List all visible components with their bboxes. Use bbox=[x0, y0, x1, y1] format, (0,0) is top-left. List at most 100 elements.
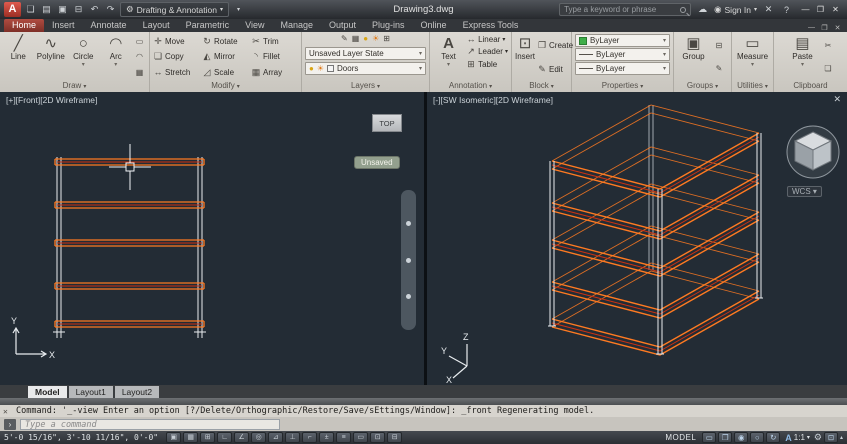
layer-freeze-icon[interactable]: ☀ bbox=[372, 34, 379, 45]
command-window[interactable]: ✕ Command: '_-view Enter an option [?/De… bbox=[0, 398, 847, 431]
copy-clip-icon[interactable]: ❏ bbox=[824, 64, 831, 73]
hatch-icon[interactable]: ▦ bbox=[136, 68, 144, 77]
navigation-bar[interactable] bbox=[401, 190, 416, 330]
unsaved-view-badge[interactable]: Unsaved bbox=[354, 156, 400, 169]
layer-properties-icon[interactable]: ✎ bbox=[341, 34, 348, 45]
mirror-button[interactable]: ◭ Mirror bbox=[202, 51, 249, 62]
coordinates-readout[interactable]: 5'-0 15/16", 3'-10 11/16", 0'-0" bbox=[4, 433, 158, 442]
sign-in-button[interactable]: ◉ Sign In ▾ bbox=[714, 4, 757, 15]
panel-label-layers[interactable]: Layers ▾ bbox=[302, 80, 429, 92]
new-icon[interactable]: ❏ bbox=[24, 4, 37, 15]
linear-dimension-button[interactable]: ↔ Linear ▾ bbox=[466, 34, 508, 44]
circle-button[interactable]: ○ Circle ▾ bbox=[68, 34, 99, 80]
workspace-switcher[interactable]: ⚙ Drafting & Annotation ▾ bbox=[120, 2, 229, 17]
command-close-icon[interactable]: ✕ bbox=[3, 406, 8, 418]
lineweight-dropdown[interactable]: ByLayer ▾ bbox=[575, 48, 670, 61]
qat-dropdown-icon[interactable]: ▾ bbox=[232, 6, 245, 13]
qp-toggle[interactable]: ⊡ bbox=[370, 432, 386, 443]
tpy-toggle[interactable]: ▭ bbox=[353, 432, 369, 443]
restore-button[interactable]: ❐ bbox=[813, 5, 828, 14]
quickview-layouts-button[interactable]: ▭ bbox=[702, 432, 717, 443]
otrack-toggle[interactable]: ⊥ bbox=[285, 432, 301, 443]
undo-icon[interactable]: ↶ bbox=[88, 4, 101, 15]
panel-label-annotation[interactable]: Annotation ▾ bbox=[430, 80, 511, 92]
rectangle-icon[interactable]: ▭ bbox=[136, 37, 144, 46]
layer-isolate-icon[interactable]: ⊞ bbox=[383, 34, 390, 45]
zoom-button[interactable]: ○ bbox=[750, 432, 765, 443]
tab-home[interactable]: Home bbox=[4, 19, 45, 32]
osnap3d-toggle[interactable]: ⊿ bbox=[268, 432, 284, 443]
tab-express-tools[interactable]: Express Tools bbox=[455, 19, 527, 32]
polar-toggle[interactable]: ∠ bbox=[234, 432, 250, 443]
snap-toggle[interactable]: ▦ bbox=[183, 432, 199, 443]
infer-toggle[interactable]: ▣ bbox=[166, 432, 182, 443]
scale-button[interactable]: ◿ Scale bbox=[202, 67, 249, 78]
rotate-button[interactable]: ↻ Rotate bbox=[202, 36, 249, 47]
steering-wheel-button[interactable]: ◉ bbox=[734, 432, 749, 443]
tab-layout[interactable]: Layout bbox=[135, 19, 178, 32]
layer-on-icon[interactable]: ● bbox=[363, 34, 368, 45]
panel-label-groups[interactable]: Groups ▾ bbox=[674, 80, 731, 92]
annotation-visibility-icon[interactable]: A bbox=[785, 433, 792, 443]
stretch-button[interactable]: ↔ Stretch bbox=[153, 67, 200, 78]
command-input-row[interactable]: › Type a command bbox=[0, 417, 847, 431]
plot-icon[interactable]: ⊟ bbox=[72, 4, 85, 15]
group-edit-icon[interactable]: ✎ bbox=[716, 64, 723, 73]
tab-parametric[interactable]: Parametric bbox=[178, 19, 238, 32]
linetype-dropdown[interactable]: ByLayer ▾ bbox=[575, 62, 670, 75]
quickview-drawings-button[interactable]: ❐ bbox=[718, 432, 733, 443]
application-menu-button[interactable]: A bbox=[4, 2, 21, 17]
workspace-gear-icon[interactable]: ⚙ bbox=[814, 432, 822, 443]
panel-label-properties[interactable]: Properties ▾ bbox=[572, 80, 673, 92]
panel-label-modify[interactable]: Modify ▾ bbox=[150, 80, 301, 92]
move-button[interactable]: ✛ Move bbox=[153, 36, 200, 47]
panel-label-clipboard[interactable]: Clipboard bbox=[774, 80, 847, 92]
command-input[interactable]: Type a command bbox=[20, 418, 280, 430]
open-icon[interactable]: ▤ bbox=[40, 4, 53, 15]
viewport-sw-isometric[interactable]: Y Z X [-][SW Isometric][2D Wireframe] ✕ … bbox=[427, 92, 847, 385]
copy-button[interactable]: ❏ Copy bbox=[153, 51, 200, 62]
tab-model[interactable]: Model bbox=[28, 385, 67, 398]
exchange-apps-icon[interactable]: ✕ bbox=[762, 4, 775, 15]
viewport-front[interactable]: Y X [+][Front][2D Wireframe] TOP Unsaved bbox=[0, 92, 424, 385]
wcs-dropdown[interactable]: WCS ▾ bbox=[787, 186, 822, 197]
viewcube-top-face[interactable]: TOP bbox=[372, 114, 402, 132]
insert-button[interactable]: ⊡ Insert bbox=[515, 34, 535, 80]
tab-plugins[interactable]: Plug-ins bbox=[364, 19, 413, 32]
sc-toggle[interactable]: ⊟ bbox=[387, 432, 403, 443]
cut-icon[interactable]: ✂ bbox=[825, 41, 832, 50]
viewport-close-button[interactable]: ✕ bbox=[833, 94, 841, 105]
line-button[interactable]: ╱ Line bbox=[3, 34, 34, 80]
array-button[interactable]: ▦ Array bbox=[251, 67, 298, 78]
model-space-button[interactable]: MODEL bbox=[665, 433, 696, 442]
tab-output[interactable]: Output bbox=[321, 19, 364, 32]
edit-block-button[interactable]: ✎ Edit bbox=[537, 64, 573, 75]
document-minimize-button[interactable]: — bbox=[805, 24, 818, 32]
tab-view[interactable]: View bbox=[237, 19, 272, 32]
object-color-dropdown[interactable]: ByLayer ▾ bbox=[575, 34, 670, 47]
tab-online[interactable]: Online bbox=[413, 19, 455, 32]
search-icon[interactable] bbox=[680, 6, 687, 13]
ducs-toggle[interactable]: ⌐ bbox=[302, 432, 318, 443]
grid-toggle[interactable]: ⊞ bbox=[200, 432, 216, 443]
command-window-grip[interactable] bbox=[0, 398, 847, 405]
minimize-button[interactable]: — bbox=[798, 5, 813, 14]
tab-annotate[interactable]: Annotate bbox=[83, 19, 135, 32]
viewport-controls-isometric[interactable]: [-][SW Isometric][2D Wireframe] bbox=[433, 95, 553, 105]
arc-button[interactable]: ◠ Arc ▾ bbox=[101, 34, 132, 80]
fillet-button[interactable]: ◝ Fillet bbox=[251, 51, 298, 62]
cleanscreen-button[interactable]: ⊡ bbox=[823, 432, 838, 443]
polyline-button[interactable]: ∿ Polyline bbox=[36, 34, 67, 80]
close-button[interactable]: ✕ bbox=[828, 5, 843, 14]
leader-button[interactable]: ↗ Leader ▾ bbox=[466, 46, 508, 57]
tab-layout2[interactable]: Layout2 bbox=[114, 385, 160, 398]
document-restore-button[interactable]: ❐ bbox=[818, 24, 831, 32]
annotation-scale-label[interactable]: 1:1 bbox=[794, 433, 805, 442]
save-icon[interactable]: ▣ bbox=[56, 4, 69, 15]
tab-insert[interactable]: Insert bbox=[44, 19, 83, 32]
ellipse-icon[interactable]: ◠ bbox=[136, 52, 143, 61]
layer-dropdown[interactable]: ● ☀ Doors ▾ bbox=[305, 62, 426, 75]
tab-layout1[interactable]: Layout1 bbox=[68, 385, 113, 398]
tray-arrow-icon[interactable]: ▴ bbox=[840, 434, 843, 441]
autodesk360-cloud-icon[interactable]: ☁ bbox=[696, 4, 709, 15]
